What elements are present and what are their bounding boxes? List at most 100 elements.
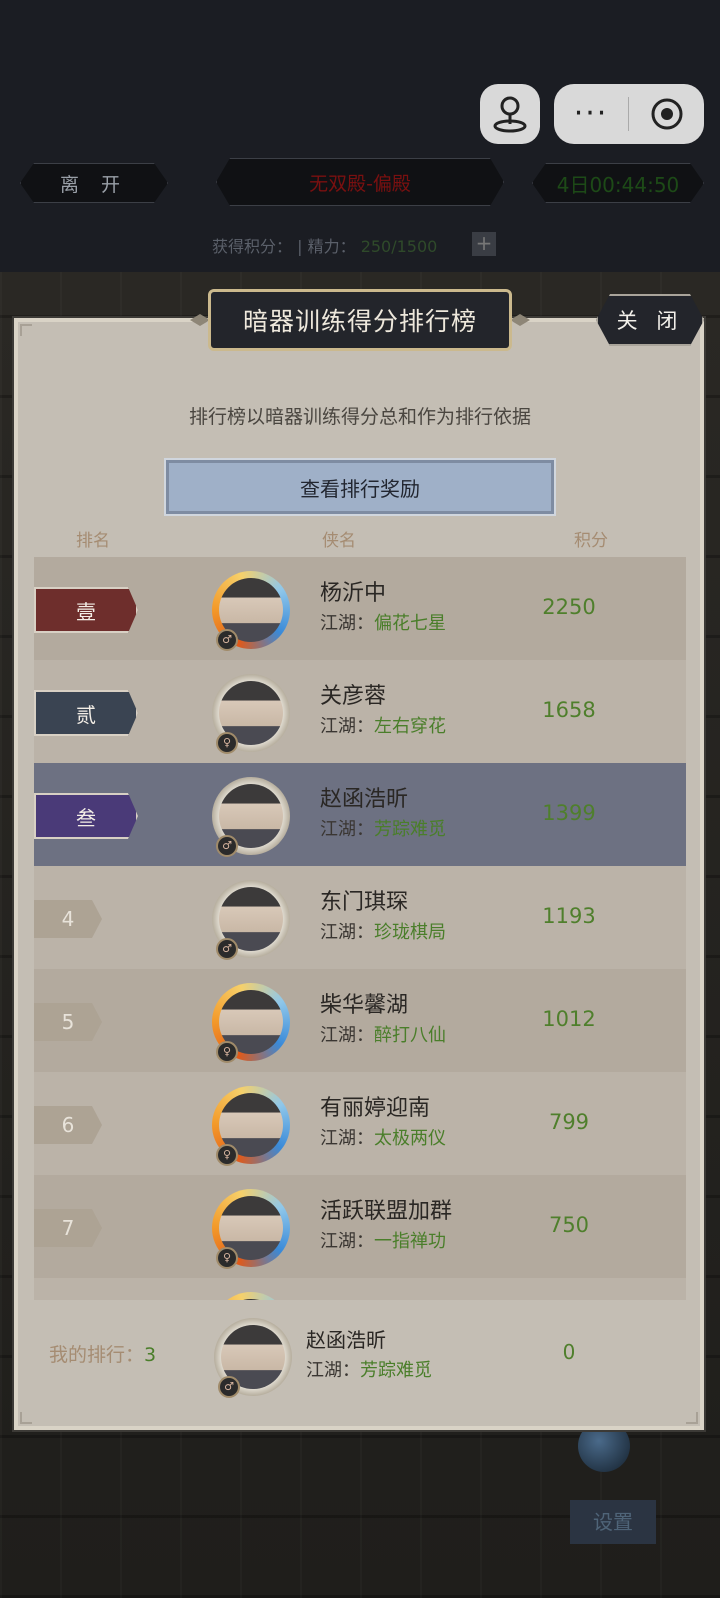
miniprogram-capsule: ··· bbox=[554, 84, 704, 144]
ranking-row[interactable]: 叁 ♂ 赵函浩昕江湖：芳踪难觅 1399 bbox=[34, 763, 686, 866]
ranking-row[interactable]: 4 ♂ 东门琪琛江湖：珍珑棋局 1193 bbox=[34, 866, 686, 969]
rank-banner: 贰 bbox=[34, 690, 138, 736]
close-miniprogram-button[interactable] bbox=[629, 97, 704, 131]
gender-badge-icon: ♀ bbox=[216, 1041, 238, 1063]
settings-button[interactable]: 设置 bbox=[570, 1500, 656, 1544]
corner-ornament bbox=[20, 324, 32, 336]
more-menu-button[interactable]: ··· bbox=[554, 84, 628, 144]
player-name: 活跃联盟加群 bbox=[320, 1199, 453, 1224]
gender-badge-icon: ♂ bbox=[216, 835, 238, 857]
gender-badge-icon: ♀ bbox=[216, 732, 238, 754]
gender-badge-icon: ♀ bbox=[216, 1144, 238, 1166]
player-name: 东门琪琛 bbox=[320, 890, 409, 915]
jianghu-skill: 江湖：一指禅功 bbox=[320, 1227, 446, 1253]
gender-badge-icon: ♂ bbox=[218, 1376, 240, 1398]
points-energy-bar: 获得积分： | 精力： 250/1500 bbox=[212, 233, 437, 257]
jianghu-skill: 江湖：芳踪难觅 bbox=[320, 815, 446, 841]
jianghu-skill: 江湖：偏花七星 bbox=[320, 609, 446, 635]
rank-number: 4 bbox=[34, 900, 102, 938]
player-score: 1012 bbox=[542, 1007, 596, 1031]
ranking-list[interactable]: 壹 ♂ 杨沂中 江湖：偏花七星 2250 贰 ♀ 关彦蓉 江湖：左右穿花 1658 叁 ♂ 赵函浩昕 江湖… bbox=[34, 557, 686, 1323]
rank-banner: 壹 bbox=[34, 587, 138, 633]
my-avatar[interactable]: ♂ bbox=[214, 1318, 292, 1398]
jianghu-prefix: 江湖： bbox=[320, 1231, 374, 1252]
jianghu-skill: 江湖：珍珑棋局 bbox=[320, 918, 446, 944]
rank-number: 7 bbox=[34, 1209, 102, 1247]
player-name: 柴华馨湖 bbox=[320, 993, 409, 1018]
skill-name: 醉打八仙 bbox=[374, 1025, 446, 1046]
view-rewards-button[interactable]: 查看排行奖励 bbox=[164, 458, 556, 516]
ranking-row[interactable]: 贰 ♀ 关彦蓉江湖：左右穿花 1658 bbox=[34, 660, 686, 763]
skill-name: 芳踪难觅 bbox=[374, 819, 446, 840]
player-name: 关彦蓉 bbox=[320, 684, 387, 709]
ranking-row[interactable]: 6 ♀ 有丽婷迎南江湖：太极两仪 799 bbox=[34, 1072, 686, 1175]
my-rank-text: 我的排行： bbox=[49, 1344, 145, 1366]
my-jianghu: 江湖：芳踪难觅 bbox=[306, 1356, 432, 1382]
rank-banner: 叁 bbox=[34, 793, 138, 839]
mode-title: 无双殿-偏殿 bbox=[216, 158, 504, 206]
player-avatar[interactable]: ♀ bbox=[212, 1086, 290, 1166]
jianghu-prefix: 江湖： bbox=[320, 819, 374, 840]
energy-value: 250/1500 bbox=[360, 237, 438, 256]
leaderboard-description: 排行榜以暗器训练得分总和作为排行依据 bbox=[188, 406, 531, 428]
player-avatar[interactable]: ♀ bbox=[212, 674, 290, 754]
profile-capsule-button[interactable] bbox=[480, 84, 540, 144]
player-name: 赵函浩昕 bbox=[320, 787, 409, 812]
my-player-name: 赵函浩昕 bbox=[306, 1328, 386, 1352]
user-location-icon bbox=[493, 96, 527, 133]
player-name: 杨沂中 bbox=[320, 581, 387, 606]
jianghu-prefix: 江湖： bbox=[320, 613, 374, 634]
player-score: 1399 bbox=[542, 801, 596, 825]
column-header-rank: 排名 bbox=[76, 531, 110, 551]
my-rank-row: 我的排行：3 ♂ 赵函浩昕 江湖：芳踪难觅 0 bbox=[34, 1300, 686, 1402]
jianghu-skill: 江湖：左右穿花 bbox=[320, 712, 446, 738]
ranking-row[interactable]: 壹 ♂ 杨沂中江湖：偏花七星 2250 bbox=[34, 557, 686, 660]
jianghu-skill: 江湖：太极两仪 bbox=[320, 1124, 446, 1150]
leave-button[interactable]: 离 开 bbox=[20, 163, 168, 203]
my-rank-value: 3 bbox=[144, 1344, 157, 1366]
points-label: 获得积分： bbox=[212, 237, 293, 256]
rank-number: 5 bbox=[34, 1003, 102, 1041]
player-avatar[interactable]: ♀ bbox=[212, 983, 290, 1063]
skill-name: 左右穿花 bbox=[374, 716, 446, 737]
ranking-row[interactable]: 7 ♀ 活跃联盟加群 江湖：一指禅功 750 bbox=[34, 1175, 686, 1278]
countdown-timer: 4日00:44:50 bbox=[532, 163, 704, 203]
corner-ornament bbox=[20, 1412, 32, 1424]
player-score: 750 bbox=[548, 1213, 590, 1237]
player-avatar[interactable]: ♂ bbox=[212, 880, 290, 960]
skill-name: 太极两仪 bbox=[374, 1128, 446, 1149]
my-score: 0 bbox=[562, 1340, 576, 1364]
close-button[interactable]: 关 闭 bbox=[596, 294, 704, 346]
gender-badge-icon: ♂ bbox=[216, 938, 238, 960]
energy-label: | 精力： bbox=[297, 237, 356, 256]
column-header-score: 积分 bbox=[574, 531, 608, 551]
column-header-name: 侠名 bbox=[322, 531, 356, 551]
add-energy-button[interactable]: + bbox=[472, 232, 496, 256]
skill-name: 一指禅功 bbox=[374, 1231, 446, 1252]
ranking-row[interactable]: 5 ♀ 柴华馨湖江湖：醉打八仙 1012 bbox=[34, 969, 686, 1072]
my-rank-label: 我的排行：3 bbox=[49, 1340, 156, 1367]
my-skill: 芳踪难觅 bbox=[360, 1360, 432, 1381]
jianghu-prefix: 江湖： bbox=[320, 1025, 374, 1046]
gender-badge-icon: ♂ bbox=[216, 629, 238, 651]
target-close-icon bbox=[651, 98, 682, 130]
jianghu-prefix: 江湖： bbox=[320, 1128, 374, 1149]
player-name: 有丽婷迎南 bbox=[320, 1096, 431, 1121]
player-score: 1193 bbox=[542, 904, 596, 928]
skill-name: 珍珑棋局 bbox=[374, 922, 446, 943]
gender-badge-icon: ♀ bbox=[216, 1247, 238, 1269]
skill-name: 偏花七星 bbox=[374, 613, 446, 634]
corner-ornament bbox=[686, 1412, 698, 1424]
jianghu-skill: 江湖：醉打八仙 bbox=[320, 1021, 446, 1047]
player-score: 1658 bbox=[542, 698, 596, 722]
player-score: 799 bbox=[548, 1110, 590, 1134]
player-score: 2250 bbox=[542, 595, 596, 619]
leaderboard-title: 暗器训练得分排行榜 bbox=[208, 289, 512, 351]
player-avatar[interactable]: ♂ bbox=[212, 777, 290, 857]
player-avatar[interactable]: ♀ bbox=[212, 1189, 290, 1269]
rank-number: 6 bbox=[34, 1106, 102, 1144]
jianghu-prefix: 江湖： bbox=[306, 1360, 360, 1381]
player-avatar[interactable]: ♂ bbox=[212, 571, 290, 651]
jianghu-prefix: 江湖： bbox=[320, 716, 374, 737]
jianghu-prefix: 江湖： bbox=[320, 922, 374, 943]
